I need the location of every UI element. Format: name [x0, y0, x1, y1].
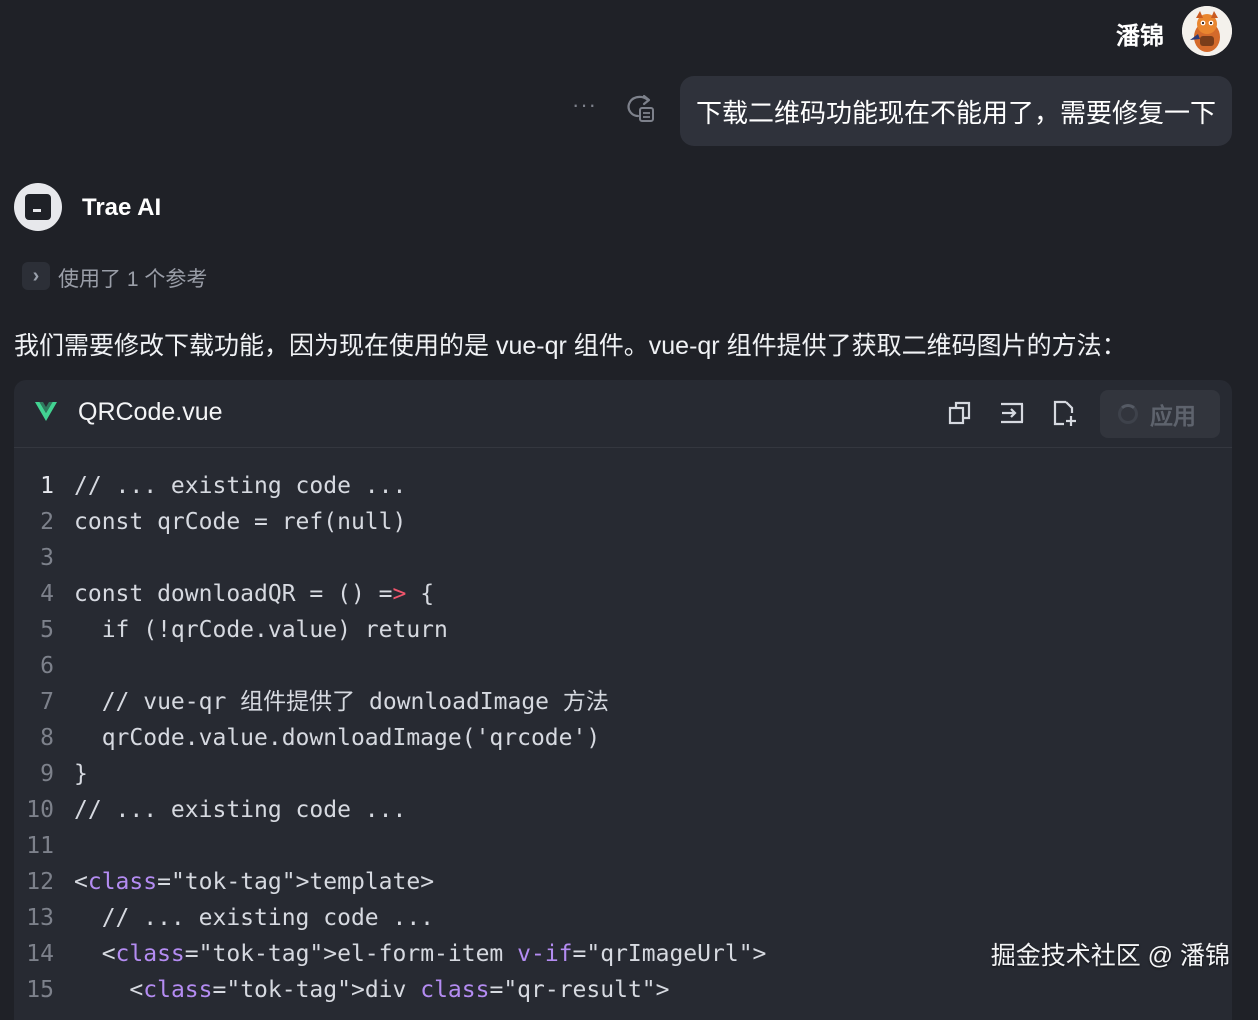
code-line: 6: [14, 648, 1232, 684]
user-avatar[interactable]: [1182, 6, 1232, 56]
line-number: 12: [26, 869, 54, 895]
code-line: 9}: [14, 756, 1232, 792]
code-text: // ... existing code ...: [74, 905, 435, 931]
code-line: 11: [14, 828, 1232, 864]
line-number: 4: [40, 581, 54, 607]
code-text: qrCode.value.downloadImage('qrcode'): [74, 725, 601, 751]
insert-into-editor-icon[interactable]: [998, 399, 1026, 427]
user-name: 潘锦: [1116, 23, 1164, 50]
line-number: 10: [26, 797, 54, 823]
line-number: 6: [40, 653, 54, 679]
code-text: <class="tok-tag">template>: [74, 869, 435, 895]
code-body[interactable]: 1 // ... existing code ... 2 const qrCode =…: [14, 468, 1232, 1008]
code-line: 2 const qrCode = ref(null): [14, 504, 1232, 540]
line-number: 5: [40, 617, 54, 643]
code-line: 7 // vue-qr 组件提供了 downloadImage 方法: [14, 684, 1232, 720]
line-number: 11: [26, 833, 54, 859]
code-line: 4 const downloadQR = () => {: [14, 576, 1232, 612]
user-message-bubble: 下载二维码功能现在不能用了，需要修复一下: [680, 76, 1232, 146]
code-line: 1 // ... existing code ...: [14, 468, 1232, 504]
line-number: 8: [40, 725, 54, 751]
new-file-icon[interactable]: [1050, 399, 1078, 427]
line-number: 15: [26, 977, 54, 1003]
code-text: }: [74, 761, 88, 787]
chevron-right-icon[interactable]: ›: [22, 262, 50, 290]
code-text: <class="tok-tag">el-form-item v-if="qrIm…: [74, 941, 767, 967]
code-text: const downloadQR = () => {: [74, 581, 435, 607]
code-text: <class="tok-tag">div class="qr-result">: [74, 977, 670, 1003]
code-text: // ... existing code ...: [74, 473, 407, 499]
line-number: 2: [40, 509, 54, 535]
line-number: 14: [26, 941, 54, 967]
ai-intro-text: 我们需要修改下载功能，因为现在使用的是 vue-qr 组件。vue-qr 组件提…: [14, 332, 1127, 360]
code-text: // vue-qr 组件提供了 downloadImage 方法: [74, 689, 609, 715]
code-text: // ... existing code ...: [74, 797, 407, 823]
code-line: 13 // ... existing code ...: [14, 900, 1232, 936]
ai-name: Trae AI: [82, 194, 162, 221]
code-line: 10 // ... existing code ...: [14, 792, 1232, 828]
line-number: 9: [40, 761, 54, 787]
code-line: 3: [14, 540, 1232, 576]
reference-toggle[interactable]: 使用了 1 个参考: [58, 263, 207, 293]
line-number: 1: [40, 473, 54, 499]
code-text: if (!qrCode.value) return: [74, 617, 448, 643]
code-file-name[interactable]: QRCode.vue: [78, 398, 223, 427]
avatar-image-icon: [1182, 6, 1232, 56]
code-block-header: QRCode.vue 应用: [14, 380, 1232, 448]
vue-file-icon: [35, 402, 57, 421]
apply-button[interactable]: 应用: [1100, 390, 1220, 438]
trae-logo-icon: [25, 194, 51, 220]
line-number: 3: [40, 545, 54, 571]
apply-label: 应用: [1150, 403, 1196, 429]
code-block: QRCode.vue 应用 1 // ... existing code ... 2…: [14, 380, 1232, 1020]
watermark: 掘金技术社区 @ 潘锦: [990, 942, 1230, 970]
line-number: 13: [26, 905, 54, 931]
line-number: 7: [40, 689, 54, 715]
retry-icon[interactable]: [624, 92, 658, 124]
code-line: 8 qrCode.value.downloadImage('qrcode'): [14, 720, 1232, 756]
loading-spinner-icon: [1118, 404, 1138, 424]
more-options-icon[interactable]: ···: [572, 92, 597, 118]
code-line: 5 if (!qrCode.value) return: [14, 612, 1232, 648]
code-text: const qrCode = ref(null): [74, 509, 407, 535]
code-line: 15 <class="tok-tag">div class="qr-result…: [14, 972, 1232, 1008]
ai-avatar: [14, 183, 62, 231]
copy-icon[interactable]: [946, 399, 974, 427]
code-line: 12 <class="tok-tag">template>: [14, 864, 1232, 900]
